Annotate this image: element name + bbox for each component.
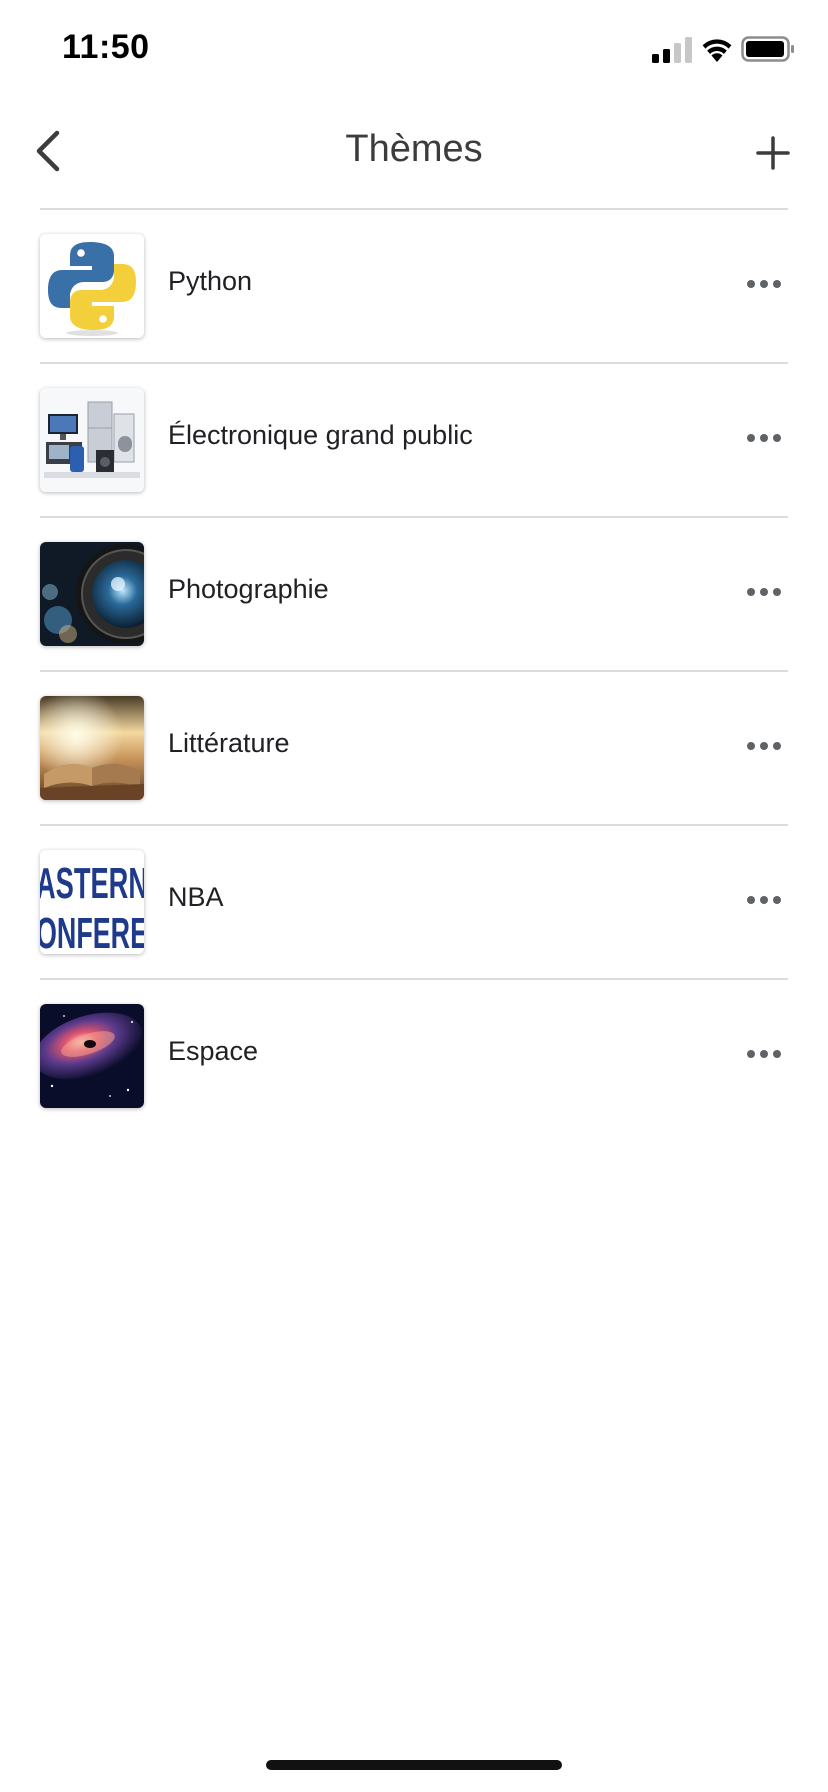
eastern-conference-thumbnail: ASTERN ONFERE <box>40 850 144 954</box>
galaxy-thumbnail <box>40 1004 144 1108</box>
plus-icon <box>756 136 790 170</box>
more-horizontal-icon <box>747 434 781 442</box>
page-title: Thèmes <box>345 128 483 170</box>
more-options-button[interactable] <box>734 726 794 766</box>
open-book-thumbnail <box>40 696 144 800</box>
battery-icon <box>741 36 794 62</box>
more-horizontal-icon <box>747 896 781 904</box>
topic-list: Python Électronique grand public Photogr… <box>0 210 828 1134</box>
topic-label: Littérature <box>168 728 290 758</box>
topic-label: Espace <box>168 1036 259 1066</box>
topic-label: Python <box>168 266 253 296</box>
python-logo-thumbnail <box>40 234 144 338</box>
thumbnail-text-line-1: ASTERN <box>40 859 144 908</box>
home-indicator[interactable] <box>266 1760 562 1770</box>
topic-row-python[interactable]: Python <box>0 210 828 364</box>
topic-row-photographie[interactable]: Photographie <box>0 518 828 672</box>
topic-row-espace[interactable]: Espace <box>0 980 828 1134</box>
wifi-icon <box>702 39 732 62</box>
add-topic-button[interactable] <box>748 128 798 178</box>
more-options-button[interactable] <box>734 264 794 304</box>
chevron-left-icon <box>36 130 60 172</box>
topic-row-nba[interactable]: ASTERN ONFERE NBA <box>0 826 828 980</box>
status-time: 11:50 <box>62 28 150 66</box>
more-horizontal-icon <box>747 742 781 750</box>
camera-lens-thumbnail <box>40 542 144 646</box>
more-options-button[interactable] <box>734 880 794 920</box>
back-button[interactable] <box>24 126 72 176</box>
more-options-button[interactable] <box>734 572 794 612</box>
thumbnail-text-line-2: ONFERE <box>40 909 144 954</box>
status-bar: 11:50 <box>0 0 828 100</box>
signal-icon <box>652 37 692 63</box>
topic-label: Photographie <box>168 574 329 604</box>
app-header: Thèmes <box>0 100 828 208</box>
topic-label: Électronique grand public <box>168 420 473 450</box>
topic-label: NBA <box>168 882 224 912</box>
topic-row-electronique-grand-public[interactable]: Électronique grand public <box>0 364 828 518</box>
topic-row-litterature[interactable]: Littérature <box>0 672 828 826</box>
more-horizontal-icon <box>747 588 781 596</box>
more-horizontal-icon <box>747 280 781 288</box>
more-options-button[interactable] <box>734 418 794 458</box>
more-options-button[interactable] <box>734 1034 794 1074</box>
more-horizontal-icon <box>747 1050 781 1058</box>
electronics-thumbnail <box>40 388 144 492</box>
